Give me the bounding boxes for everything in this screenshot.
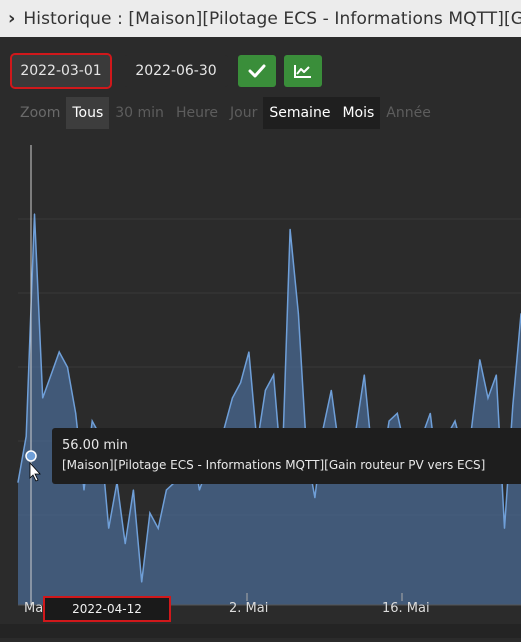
history-chart[interactable] <box>0 145 521 638</box>
data-point <box>289 228 291 230</box>
zoom-option-day[interactable]: Jour <box>224 97 263 129</box>
zoom-option-year[interactable]: Année <box>380 97 437 129</box>
data-point <box>264 389 266 391</box>
data-point <box>297 313 299 315</box>
zoom-option-all[interactable]: Tous <box>66 97 110 129</box>
data-point <box>248 351 250 353</box>
crosshair-date-label: 2022-04-12 12:55:00 <box>43 596 171 638</box>
chevron-right-icon[interactable]: › <box>8 8 15 29</box>
x-tick-label: 2. Mai <box>229 601 269 616</box>
data-point <box>273 374 275 376</box>
data-point <box>495 374 497 376</box>
data-point <box>396 412 398 414</box>
data-point <box>479 359 481 361</box>
data-point <box>132 489 134 491</box>
compare-button[interactable] <box>284 55 322 87</box>
line-chart-icon <box>294 65 311 78</box>
data-point <box>503 527 506 529</box>
data-point <box>124 543 126 545</box>
data-point <box>141 581 143 583</box>
start-date-field[interactable]: 2022-03-01 <box>10 53 112 89</box>
tooltip-series-name: [Maison][Pilotage ECS - Informations MQT… <box>62 458 486 472</box>
tooltip-value: 56.00 min <box>62 438 128 453</box>
data-point <box>75 412 77 414</box>
data-point <box>330 389 332 391</box>
zoom-option-30min[interactable]: 30 min <box>109 97 170 129</box>
data-point <box>240 382 242 384</box>
data-point <box>314 497 316 499</box>
end-date-field[interactable]: 2022-06-30 <box>124 55 228 87</box>
data-point <box>108 527 110 529</box>
data-point <box>66 366 69 368</box>
zoom-option-hour[interactable]: Heure <box>170 97 224 129</box>
data-point <box>42 397 44 399</box>
window-title: Historique : [Maison][Pilotage ECS - Inf… <box>23 8 521 29</box>
data-point <box>512 405 514 407</box>
data-point <box>58 351 60 353</box>
title-bar: › Historique : [Maison][Pilotage ECS - I… <box>0 0 521 37</box>
data-point <box>91 420 93 422</box>
data-point <box>487 397 489 399</box>
chart-tooltip: 56.00 min [Maison][Pilotage ECS - Inform… <box>52 428 521 484</box>
data-point <box>165 489 167 491</box>
zoom-option-month[interactable]: Mois <box>336 97 381 129</box>
data-point <box>25 435 27 437</box>
x-axis-label-partial: Ma <box>24 601 44 616</box>
data-point <box>157 527 159 529</box>
data-point <box>198 489 200 491</box>
hover-marker <box>25 450 37 462</box>
x-tick-label: 16. Mai <box>382 601 430 616</box>
data-point <box>149 512 151 514</box>
data-point <box>17 481 19 483</box>
data-point <box>231 397 233 399</box>
data-point <box>83 489 85 491</box>
data-point <box>33 213 36 215</box>
data-point <box>454 420 456 422</box>
zoom-option-week[interactable]: Semaine <box>263 97 337 129</box>
data-point <box>50 374 52 376</box>
data-point <box>363 374 365 376</box>
zoom-selector: Zoom Tous 30 min Heure Jour Semaine Mois… <box>0 97 437 129</box>
navigator-bar[interactable] <box>0 624 521 638</box>
check-icon <box>248 64 266 78</box>
apply-button[interactable] <box>238 55 276 87</box>
series-area <box>18 214 521 605</box>
data-point <box>429 412 431 414</box>
zoom-label: Zoom <box>20 105 61 121</box>
data-point <box>388 420 390 422</box>
